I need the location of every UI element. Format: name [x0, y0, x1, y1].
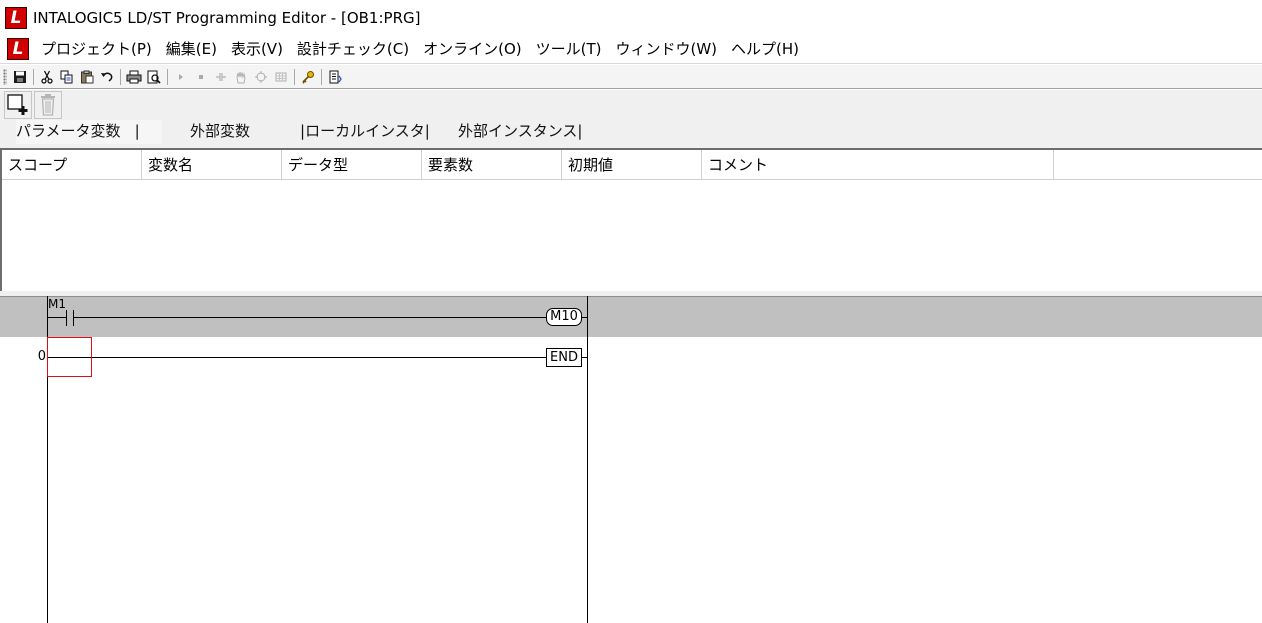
variable-table-header: スコープ 変数名 データ型 要素数 初期値 コメント [2, 150, 1262, 180]
print-icon[interactable] [124, 67, 144, 87]
paste-icon[interactable] [77, 67, 97, 87]
menu-project[interactable]: プロジェクト(P) [34, 35, 159, 63]
toolbar-separator [294, 68, 295, 85]
menu-tool[interactable]: ツール(T) [529, 35, 609, 63]
menu-help[interactable]: ヘルプ(H) [724, 35, 806, 63]
system-menu-icon[interactable]: L [7, 38, 29, 60]
column-comment[interactable]: コメント [702, 150, 1054, 180]
tab-external-instances[interactable]: 外部インスタンス| [458, 120, 608, 144]
edit-cursor[interactable] [47, 337, 92, 377]
window-title: INTALOGIC5 LD/ST Programming Editor - [O… [33, 8, 421, 27]
toolbar-separator [33, 68, 34, 85]
save-icon[interactable] [10, 67, 30, 87]
cut-icon[interactable] [37, 67, 57, 87]
end-instruction[interactable]: END [546, 348, 582, 367]
app-logo-icon: L [5, 6, 27, 29]
toolbar-separator [321, 68, 322, 85]
step-number: 0 [37, 349, 46, 364]
column-initial-value[interactable]: 初期値 [562, 150, 702, 180]
stop-icon[interactable] [191, 67, 211, 87]
tab-label: パラメータ変数 [16, 122, 121, 140]
tab-external-variables[interactable]: 外部変数 [190, 120, 300, 144]
undo-icon[interactable] [97, 67, 117, 87]
ladder-editor[interactable]: M1 M10 0 END [0, 296, 1262, 623]
key-icon[interactable] [298, 67, 318, 87]
monitor-icon[interactable] [251, 67, 271, 87]
step-icon[interactable] [211, 67, 231, 87]
column-element-count[interactable]: 要素数 [422, 150, 562, 180]
menu-online[interactable]: オンライン(O) [416, 35, 529, 63]
menu-window[interactable]: ウィンドウ(W) [609, 35, 725, 63]
add-variable-icon[interactable] [4, 91, 32, 119]
column-scope[interactable]: スコープ [2, 150, 142, 180]
ladder-diagram [47, 296, 588, 623]
run-icon[interactable] [171, 67, 191, 87]
copy-icon[interactable] [57, 67, 77, 87]
variable-tabs: パラメータ変数 | 外部変数 |ローカルインスタ| 外部インスタンス| [0, 120, 1262, 148]
title-bar: L INTALOGIC5 LD/ST Programming Editor - … [0, 0, 1262, 35]
contact-label: M1 [48, 297, 66, 311]
hand-icon[interactable] [231, 67, 251, 87]
tab-label: 外部変数 [190, 122, 251, 140]
list-icon[interactable] [325, 67, 345, 87]
grid-icon[interactable] [271, 67, 291, 87]
column-data-type[interactable]: データ型 [282, 150, 422, 180]
toolbar-grip[interactable] [3, 68, 7, 85]
toolbar-separator [167, 68, 168, 85]
tab-parameter-variables[interactable]: パラメータ変数 | [16, 120, 162, 144]
column-filler [1054, 150, 1262, 180]
variable-toolbar [0, 90, 1262, 120]
tab-label: ローカルインスタ [305, 122, 425, 140]
main-toolbar [0, 65, 1262, 89]
menu-bar: L プロジェクト(P) 編集(E) 表示(V) 設計チェック(C) オンライン(… [0, 35, 1262, 64]
menu-design-check[interactable]: 設計チェック(C) [290, 35, 416, 63]
coil-m10[interactable]: M10 [546, 308, 582, 326]
trash-icon[interactable] [34, 91, 62, 119]
menu-edit[interactable]: 編集(E) [159, 35, 224, 63]
tab-label: 外部インスタンス [458, 122, 578, 140]
tab-local-instances[interactable]: |ローカルインスタ| [300, 120, 456, 144]
column-variable-name[interactable]: 変数名 [142, 150, 282, 180]
print-preview-icon[interactable] [144, 67, 164, 87]
menu-view[interactable]: 表示(V) [224, 35, 290, 63]
variable-table[interactable]: スコープ 変数名 データ型 要素数 初期値 コメント [0, 148, 1262, 291]
toolbar-separator [120, 68, 121, 85]
